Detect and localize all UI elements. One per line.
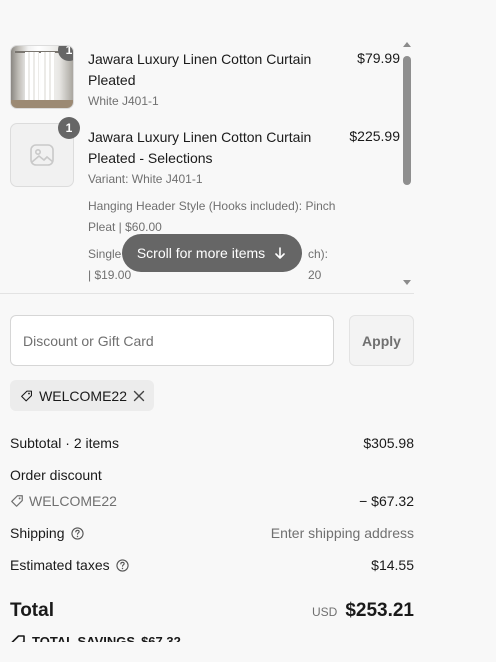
order-discount-label: Order discount: [10, 467, 102, 483]
taxes-value: $14.55: [371, 557, 414, 573]
shipping-value: Enter shipping address: [270, 525, 414, 541]
product-variant: White J401-1: [88, 94, 159, 108]
total-label: Total: [10, 600, 54, 621]
tag-icon: [21, 390, 32, 401]
taxes-label: Estimated taxes: [10, 557, 110, 573]
product-name: Jawara Luxury Linen Cotton Curtain Pleat…: [88, 51, 312, 88]
product-thumbnail: 1: [10, 117, 80, 187]
tag-icon: [11, 495, 23, 507]
scrollbar-thumb[interactable]: [403, 56, 411, 185]
product-option: Hanging Header Style (Hooks included): P…: [88, 199, 336, 234]
close-icon: [133, 390, 145, 401]
applied-code-label: WELCOME22: [39, 387, 127, 404]
total-savings-row: TOTAL SAVINGS $67.32: [10, 634, 181, 642]
savings-label: TOTAL SAVINGS: [32, 634, 136, 642]
order-discount-row: Order discount: [10, 467, 414, 483]
total-value: $253.21: [345, 600, 414, 621]
shipping-help-icon[interactable]: [70, 526, 84, 540]
product-title: Jawara Luxury Linen Cotton Curtain Pleat…: [88, 49, 318, 112]
subtotal-value: $305.98: [363, 435, 414, 451]
shipping-row: Shipping Enter shipping address: [10, 525, 414, 541]
question-circle-icon: [115, 558, 129, 572]
question-circle-icon: [70, 526, 84, 540]
scroll-for-more-button[interactable]: Scroll for more items: [122, 234, 302, 272]
discount-code-label: WELCOME22: [29, 493, 117, 509]
product-option-cutoff: [88, 290, 308, 293]
tag-icon: [11, 635, 25, 642]
product-price: $225.99: [349, 128, 400, 144]
image-placeholder-icon: [30, 144, 54, 166]
shipping-label: Shipping: [10, 525, 65, 541]
scroll-hint-label: Scroll for more items: [136, 245, 266, 261]
scroll-down-arrow[interactable]: [403, 280, 411, 285]
product-variant: Variant: White J401-1: [88, 172, 203, 186]
taxes-help-icon[interactable]: [115, 558, 129, 572]
applied-discount-chip: WELCOME22: [10, 380, 154, 411]
product-thumbnail: 1: [10, 45, 74, 109]
subtotal-label: Subtotal · 2 items: [10, 435, 119, 451]
discount-code-row: WELCOME22 − $67.32: [10, 493, 414, 509]
discount-code-input[interactable]: [10, 315, 334, 366]
total-amount-group: USD $253.21: [312, 600, 414, 622]
scroll-up-arrow[interactable]: [403, 42, 411, 47]
savings-value: $67.32: [141, 634, 181, 642]
currency-code: USD: [311, 605, 338, 619]
remove-code-button[interactable]: [133, 390, 145, 402]
taxes-row: Estimated taxes $14.55: [10, 557, 414, 573]
arrow-down-icon: [275, 247, 285, 259]
discount-value: − $67.32: [359, 493, 414, 509]
product-price: $79.99: [357, 50, 400, 66]
product-name: Jawara Luxury Linen Cotton Curtain Pleat…: [88, 129, 312, 166]
quantity-badge: 1: [58, 117, 80, 139]
subtotal-row: Subtotal · 2 items $305.98: [10, 435, 414, 451]
apply-discount-button[interactable]: Apply: [349, 315, 414, 366]
